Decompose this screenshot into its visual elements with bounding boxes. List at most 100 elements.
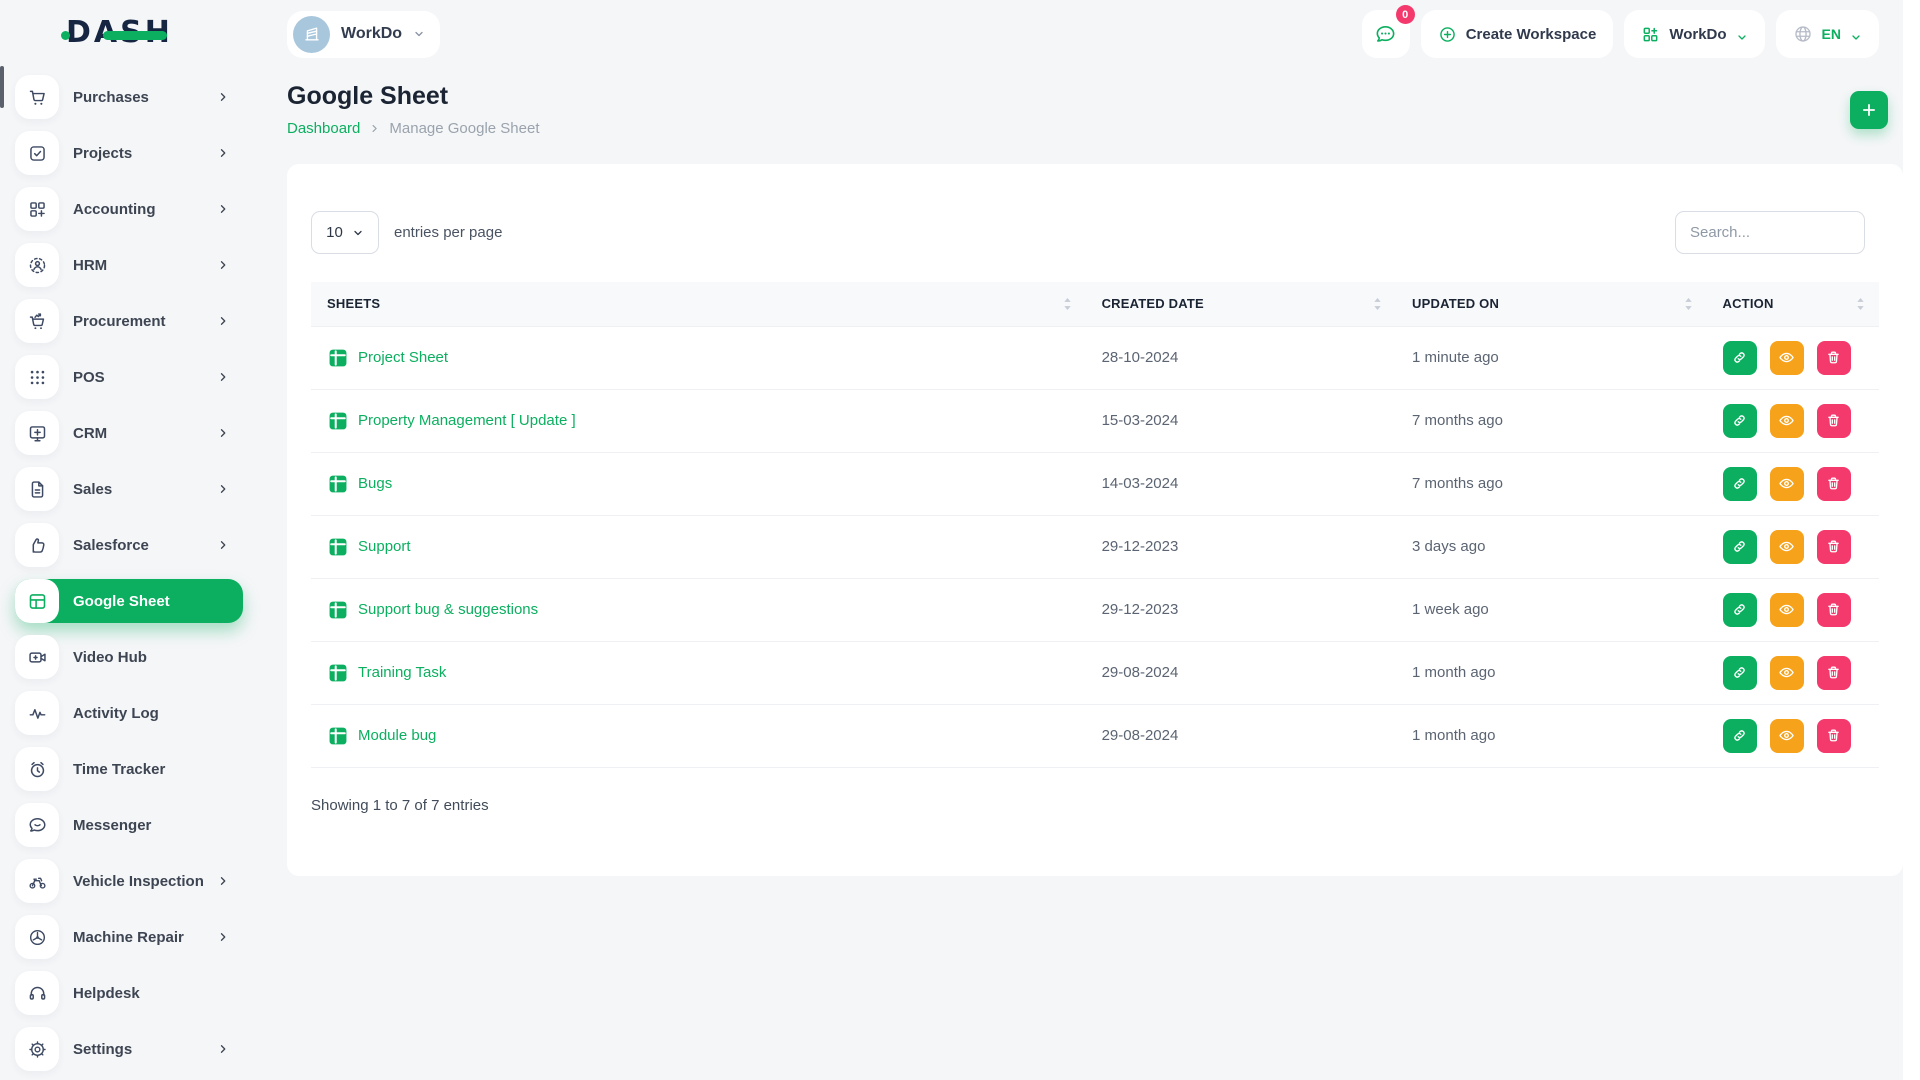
trash-icon: [1825, 727, 1842, 744]
language-selector[interactable]: EN: [1776, 10, 1879, 58]
sidebar-item-activity-log[interactable]: Activity Log: [15, 691, 243, 735]
sidebar-item-label: Vehicle Inspection: [73, 873, 204, 890]
view-button[interactable]: [1770, 593, 1804, 627]
sheet-name-link[interactable]: Training Task: [358, 664, 446, 681]
sidebar-item-crm[interactable]: CRM: [15, 411, 243, 455]
sheet-name-link[interactable]: Property Management [ Update ]: [358, 412, 576, 429]
entries-per-page-value: 10: [326, 224, 343, 241]
open-link-button[interactable]: [1723, 467, 1757, 501]
sidebar-item-video-hub[interactable]: Video Hub: [15, 635, 243, 679]
sidebar-item-machine-repair[interactable]: Machine Repair: [15, 915, 243, 959]
view-button[interactable]: [1770, 341, 1804, 375]
delete-button[interactable]: [1817, 404, 1851, 438]
created-date-cell: 29-12-2023: [1086, 578, 1396, 641]
sheet-name-link[interactable]: Bugs: [358, 475, 392, 492]
sidebar-item-purchases[interactable]: Purchases: [15, 75, 243, 119]
sheet-name-link[interactable]: Module bug: [358, 727, 436, 744]
column-header-updated-on[interactable]: UPDATED ON: [1396, 282, 1706, 326]
column-header-action[interactable]: ACTION: [1707, 282, 1880, 326]
delete-button[interactable]: [1817, 656, 1851, 690]
grid-plus-icon: [1641, 25, 1660, 44]
sheet-name-link[interactable]: Support bug & suggestions: [358, 601, 538, 618]
view-button[interactable]: [1770, 719, 1804, 753]
delete-button[interactable]: [1817, 341, 1851, 375]
open-link-button[interactable]: [1723, 656, 1757, 690]
workspace-selector[interactable]: WorkDo: [287, 11, 440, 58]
delete-button[interactable]: [1817, 593, 1851, 627]
breadcrumb-dashboard-link[interactable]: Dashboard: [287, 120, 360, 137]
sidebar-item-icon: [15, 467, 59, 511]
delete-button[interactable]: [1817, 467, 1851, 501]
spreadsheet-icon: [327, 725, 349, 747]
view-button[interactable]: [1770, 467, 1804, 501]
view-button[interactable]: [1770, 530, 1804, 564]
open-link-button[interactable]: [1723, 530, 1757, 564]
created-date-cell: 29-08-2024: [1086, 641, 1396, 704]
open-link-button[interactable]: [1723, 404, 1757, 438]
sidebar-item-icon: [15, 355, 59, 399]
sidebar-item-label: Procurement: [73, 313, 166, 330]
column-header-created-date[interactable]: CREATED DATE: [1086, 282, 1396, 326]
sidebar-item-messenger[interactable]: Messenger: [15, 803, 243, 847]
created-date-cell: 28-10-2024: [1086, 326, 1396, 389]
sidebar-item-icon: [15, 635, 59, 679]
delete-button[interactable]: [1817, 530, 1851, 564]
sidebar-item-icon: [15, 131, 59, 175]
sidebar-item-hrm[interactable]: HRM: [15, 243, 243, 287]
sidebar-item-label: POS: [73, 369, 105, 386]
delete-button[interactable]: [1817, 719, 1851, 753]
logo[interactable]: DASH: [0, 0, 287, 64]
sidebar-item-settings[interactable]: Settings: [15, 1027, 243, 1071]
sidebar-item-icon: [15, 411, 59, 455]
sidebar-item-sales[interactable]: Sales: [15, 467, 243, 511]
spreadsheet-icon: [327, 410, 349, 432]
trash-icon: [1825, 538, 1842, 555]
messages-button[interactable]: 0: [1362, 10, 1410, 58]
add-sheet-button[interactable]: [1850, 91, 1888, 129]
sidebar-item-label: Projects: [73, 145, 132, 162]
sidebar-scrollbar[interactable]: [0, 66, 4, 108]
open-link-button[interactable]: [1723, 593, 1757, 627]
view-button[interactable]: [1770, 656, 1804, 690]
sidebar-item-icon: [15, 579, 59, 623]
link-icon: [1731, 412, 1748, 429]
link-icon: [1731, 727, 1748, 744]
sidebar-item-icon: [15, 691, 59, 735]
sheet-name-link[interactable]: Project Sheet: [358, 349, 448, 366]
eye-icon: [1778, 349, 1795, 366]
page-title: Google Sheet: [287, 82, 540, 111]
sidebar-item-pos[interactable]: POS: [15, 355, 243, 399]
view-button[interactable]: [1770, 404, 1804, 438]
sidebar-item-salesforce[interactable]: Salesforce: [15, 523, 243, 567]
table-row-module-bug: Module bug 29-08-2024 1 month ago: [311, 704, 1879, 767]
sort-icon: [1684, 297, 1693, 311]
sidebar-item-projects[interactable]: Projects: [15, 131, 243, 175]
search-input[interactable]: [1675, 211, 1865, 254]
column-header-sheets[interactable]: SHEETS: [311, 282, 1086, 326]
sidebar-item-accounting[interactable]: Accounting: [15, 187, 243, 231]
chevron-right-icon: [217, 91, 229, 103]
sidebar-item-procurement[interactable]: Procurement: [15, 299, 243, 343]
chevron-right-icon: [217, 203, 229, 215]
table-footer-summary: Showing 1 to 7 of 7 entries: [311, 797, 1879, 814]
workspace-avatar: [293, 16, 330, 53]
open-link-button[interactable]: [1723, 341, 1757, 375]
sidebar-item-helpdesk[interactable]: Helpdesk: [15, 971, 243, 1015]
sidebar-item-time-tracker[interactable]: Time Tracker: [15, 747, 243, 791]
sidebar-item-icon: [15, 75, 59, 119]
sidebar-item-vehicle-inspection[interactable]: Vehicle Inspection: [15, 859, 243, 903]
eye-icon: [1778, 412, 1795, 429]
create-workspace-button[interactable]: Create Workspace: [1421, 10, 1614, 58]
entries-per-page-select[interactable]: 10: [311, 211, 379, 254]
chevron-down-icon: [413, 28, 425, 40]
chevron-right-icon: [217, 427, 229, 439]
workdo-menu-button[interactable]: WorkDo: [1624, 10, 1764, 58]
sheet-name-link[interactable]: Support: [358, 538, 411, 555]
sidebar-item-google-sheet[interactable]: Google Sheet: [15, 579, 243, 623]
created-date-cell: 14-03-2024: [1086, 452, 1396, 515]
updated-on-cell: 1 month ago: [1396, 704, 1706, 767]
open-link-button[interactable]: [1723, 719, 1757, 753]
page-scrollbar[interactable]: [1903, 0, 1920, 1080]
link-icon: [1731, 475, 1748, 492]
chevron-right-icon: [217, 315, 229, 327]
